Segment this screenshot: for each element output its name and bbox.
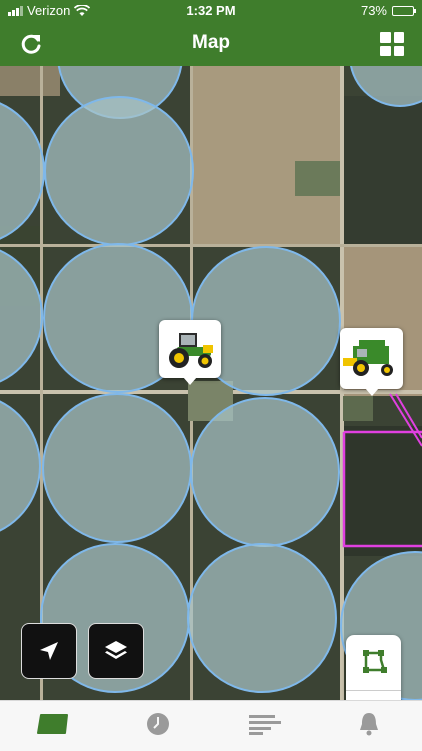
- location-arrow-icon: [40, 642, 58, 660]
- status-bar: Verizon 1:32 PM 73%: [0, 0, 422, 22]
- field-circle[interactable]: [42, 393, 192, 543]
- tab-history[interactable]: [138, 709, 178, 739]
- field-circle[interactable]: [190, 397, 340, 547]
- equipment-button[interactable]: [346, 691, 401, 700]
- tab-bar: [0, 700, 422, 751]
- crop-field: [343, 426, 422, 556]
- combine-pin[interactable]: [340, 328, 403, 396]
- bell-icon: [360, 713, 378, 736]
- locate-button[interactable]: [21, 623, 77, 679]
- field-circle[interactable]: [44, 96, 194, 246]
- farmstead: [295, 161, 340, 196]
- layers-button[interactable]: [88, 623, 144, 679]
- tab-alerts[interactable]: [349, 709, 389, 739]
- tab-fields[interactable]: [33, 709, 73, 739]
- layers-icon: [105, 641, 127, 659]
- tab-list[interactable]: [244, 709, 284, 739]
- list-icon: [249, 715, 281, 735]
- status-time: 1:32 PM: [186, 3, 236, 18]
- map-view[interactable]: [0, 66, 422, 700]
- header: Map: [0, 22, 422, 66]
- page-title: Map: [192, 32, 230, 53]
- battery-group: 73%: [360, 3, 416, 18]
- map-tools-panel: [346, 635, 401, 700]
- road: [0, 244, 422, 247]
- combine-icon: [343, 340, 393, 376]
- boundary-draw-icon: [362, 650, 387, 673]
- field-circle[interactable]: [187, 543, 337, 693]
- field-icon: [37, 714, 68, 734]
- battery-icon: [392, 5, 416, 16]
- clock-icon: [147, 713, 169, 735]
- tractor-pin[interactable]: [159, 320, 221, 385]
- grid-icon[interactable]: [380, 32, 404, 56]
- crop-field: [343, 96, 422, 246]
- bare-field: [0, 66, 60, 96]
- tractor-icon: [169, 333, 213, 368]
- battery-percent: 73%: [360, 3, 387, 18]
- farmstead: [343, 396, 373, 421]
- bare-field: [193, 66, 340, 246]
- draw-boundary-button[interactable]: [346, 635, 401, 689]
